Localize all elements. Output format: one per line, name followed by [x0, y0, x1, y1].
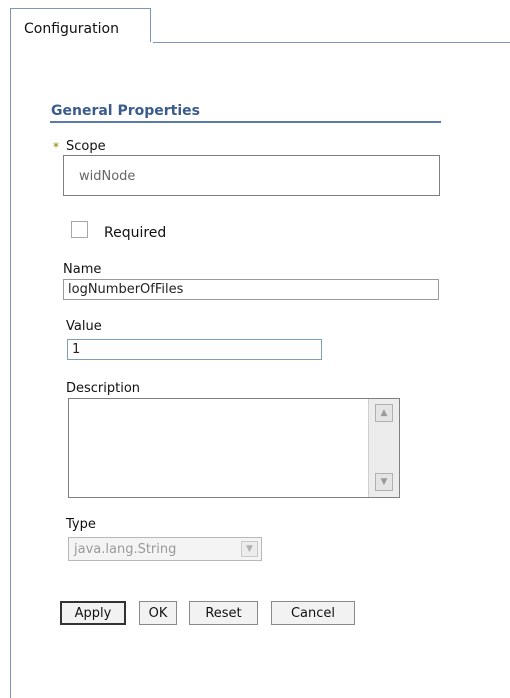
chevron-down-icon: ▼	[241, 541, 258, 557]
value-input[interactable]	[67, 339, 322, 360]
name-label: Name	[63, 262, 102, 277]
type-select[interactable]: java.lang.String ▼	[68, 537, 262, 561]
description-textarea[interactable]: ▲ ▼	[68, 398, 400, 498]
required-label: Required	[104, 225, 167, 241]
required-marker: *	[53, 140, 59, 154]
type-selected-value: java.lang.String	[74, 542, 177, 557]
panel-border	[10, 42, 11, 698]
scroll-down-arrow-icon[interactable]: ▼	[375, 473, 393, 491]
value-label: Value	[66, 319, 102, 334]
tab-label: Configuration	[24, 21, 119, 37]
scope-value: widNode	[79, 169, 136, 184]
scope-label: Scope	[66, 139, 106, 154]
tab-configuration[interactable]: Configuration	[10, 8, 151, 42]
section-title: General Properties	[51, 103, 200, 119]
tab-strip-divider	[153, 42, 510, 43]
reset-button[interactable]: Reset	[189, 601, 258, 625]
apply-button[interactable]: Apply	[60, 601, 126, 625]
type-label: Type	[66, 517, 96, 532]
required-checkbox[interactable]	[71, 221, 88, 238]
section-divider	[50, 121, 441, 123]
description-label: Description	[66, 381, 141, 396]
description-scrollbar[interactable]: ▲ ▼	[368, 399, 399, 497]
name-input[interactable]	[63, 279, 439, 300]
ok-button[interactable]: OK	[139, 601, 177, 625]
scope-field: widNode	[63, 155, 440, 196]
cancel-button[interactable]: Cancel	[271, 601, 355, 625]
scroll-up-arrow-icon[interactable]: ▲	[375, 404, 393, 422]
